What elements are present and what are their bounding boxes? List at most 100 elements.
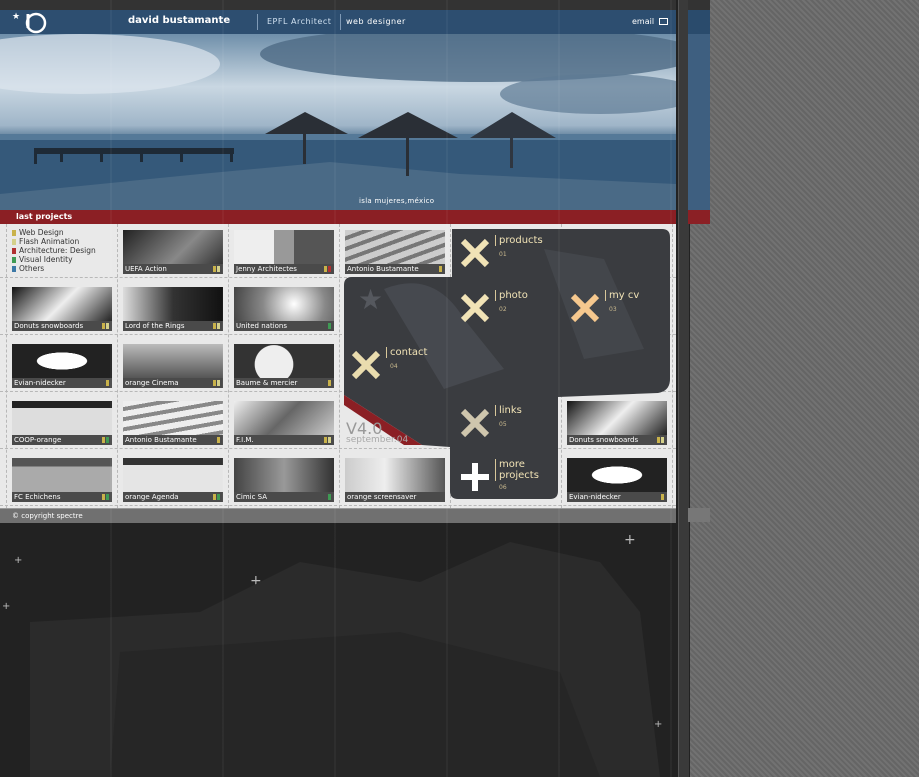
- project-tags: [324, 266, 331, 272]
- swatch: [12, 265, 16, 272]
- project-tags: [102, 323, 109, 329]
- project-image: [12, 401, 112, 435]
- project-tags: [102, 437, 109, 443]
- project-image: [567, 401, 667, 435]
- project-label: Baume & mercier: [234, 378, 334, 388]
- site-header: ★ david bustamante EPFL Architect web de…: [0, 10, 676, 34]
- email-label: email: [632, 17, 655, 26]
- project-tags: [328, 323, 331, 329]
- project-image: [123, 458, 223, 492]
- plus-icon: [461, 463, 489, 491]
- hero-caption: isla mujeres,méxico: [359, 197, 435, 205]
- project-thumb-antonio-2[interactable]: Antonio Bustamante: [123, 401, 223, 445]
- nav-label: links: [495, 405, 522, 416]
- project-label: COOP-orange: [12, 435, 112, 445]
- project-image: [12, 287, 112, 321]
- project-tags: [657, 437, 664, 443]
- svg-text:★: ★: [358, 283, 383, 316]
- projects-grid: Web Design Flash Animation Architecture:…: [0, 224, 676, 508]
- project-label: orange Cinema: [123, 378, 223, 388]
- project-thumb-donuts[interactable]: Donuts snowboards: [12, 287, 112, 331]
- nav-number: 05: [499, 421, 507, 428]
- project-image: [567, 458, 667, 492]
- background-logo-shape: [30, 542, 660, 777]
- swatch: [12, 247, 16, 254]
- project-thumb-evian[interactable]: Evian-nidecker: [12, 344, 112, 388]
- db-logo-icon[interactable]: ★: [10, 10, 50, 34]
- project-label: FC Echichens: [12, 492, 112, 502]
- project-tags: [328, 494, 331, 500]
- project-tags: [213, 323, 220, 329]
- beach-scene-image: [0, 34, 676, 210]
- category-others[interactable]: Others: [12, 264, 96, 273]
- side-color-strip: [688, 0, 710, 522]
- project-thumb-fim[interactable]: F.I.M.: [234, 401, 334, 445]
- project-thumb-coop-orange[interactable]: COOP-orange: [12, 401, 112, 445]
- nav-number: 06: [499, 484, 507, 491]
- project-label: Lord of the Rings: [123, 321, 223, 331]
- nav-label: more projects: [495, 459, 551, 481]
- email-link[interactable]: email: [632, 17, 668, 26]
- nav-number: 02: [499, 306, 507, 313]
- role-web-designer: web designer: [346, 17, 406, 26]
- project-image: [123, 344, 223, 378]
- project-label: Jenny Architectes: [234, 264, 334, 274]
- nav-label: contact: [386, 347, 427, 358]
- site-owner-name: david bustamante: [128, 15, 231, 26]
- project-image: [234, 401, 334, 435]
- project-tags: [213, 380, 220, 386]
- project-image: [234, 230, 334, 264]
- nav-label: photo: [495, 290, 528, 301]
- project-label: orange Agenda: [123, 492, 223, 502]
- project-thumb-uefa[interactable]: UEFA Action: [123, 230, 223, 274]
- category-label: Visual Identity: [19, 255, 73, 264]
- category-label: Architecture: Design: [19, 246, 96, 255]
- last-projects-bar: last projects: [0, 210, 676, 224]
- project-thumb-fc-echichens[interactable]: FC Echichens: [12, 458, 112, 502]
- project-label: Evian-nidecker: [12, 378, 112, 388]
- category-visual-identity[interactable]: Visual Identity: [12, 255, 96, 264]
- swatch: [12, 238, 16, 245]
- category-label: Web Design: [19, 228, 64, 237]
- project-thumb-donuts-2[interactable]: Donuts snowboards: [567, 401, 667, 445]
- project-tags: [328, 380, 331, 386]
- project-thumb-orange-cinema[interactable]: orange Cinema: [123, 344, 223, 388]
- project-image: [123, 287, 223, 321]
- nav-number: 01: [499, 251, 507, 258]
- nav-number: 04: [390, 363, 398, 370]
- project-thumb-baume-mercier[interactable]: Baume & mercier: [234, 344, 334, 388]
- project-thumb-cimic[interactable]: Cimic SA: [234, 458, 334, 502]
- x-mark-icon: [351, 350, 381, 380]
- project-image: [123, 401, 223, 435]
- project-label: F.I.M.: [234, 435, 334, 445]
- x-mark-icon: [570, 293, 600, 323]
- swatch: [12, 256, 16, 263]
- project-label: Antonio Bustamante: [123, 435, 223, 445]
- project-thumb-jenny[interactable]: Jenny Architectes: [234, 230, 334, 274]
- project-tags: [106, 380, 109, 386]
- role-epfl-architect: EPFL Architect: [267, 17, 332, 26]
- site-canvas: + + + + + + + + + + ★ david bustamante E…: [0, 0, 678, 777]
- last-projects-title: last projects: [16, 212, 73, 221]
- category-web-design[interactable]: Web Design: [12, 228, 96, 237]
- project-thumb-orange-agenda[interactable]: orange Agenda: [123, 458, 223, 502]
- category-architecture-design[interactable]: Architecture: Design: [12, 246, 96, 255]
- version-label: V4.0 september.04: [346, 419, 408, 445]
- project-image: [234, 344, 334, 378]
- project-image: [12, 344, 112, 378]
- project-tags: [102, 494, 109, 500]
- top-strip: [0, 0, 676, 10]
- project-tags: [217, 437, 220, 443]
- project-label: United nations: [234, 321, 334, 331]
- project-thumb-united-nations[interactable]: United nations: [234, 287, 334, 331]
- category-flash-animation[interactable]: Flash Animation: [12, 237, 96, 246]
- project-thumb-lotr[interactable]: Lord of the Rings: [123, 287, 223, 331]
- project-image: [123, 230, 223, 264]
- project-tags: [213, 494, 220, 500]
- x-mark-icon: [460, 293, 490, 323]
- nav-label: products: [495, 235, 543, 246]
- project-thumb-evian-2[interactable]: Evian-nidecker: [567, 458, 667, 502]
- project-label: Donuts snowboards: [12, 321, 112, 331]
- project-image: [234, 458, 334, 492]
- project-image: [234, 287, 334, 321]
